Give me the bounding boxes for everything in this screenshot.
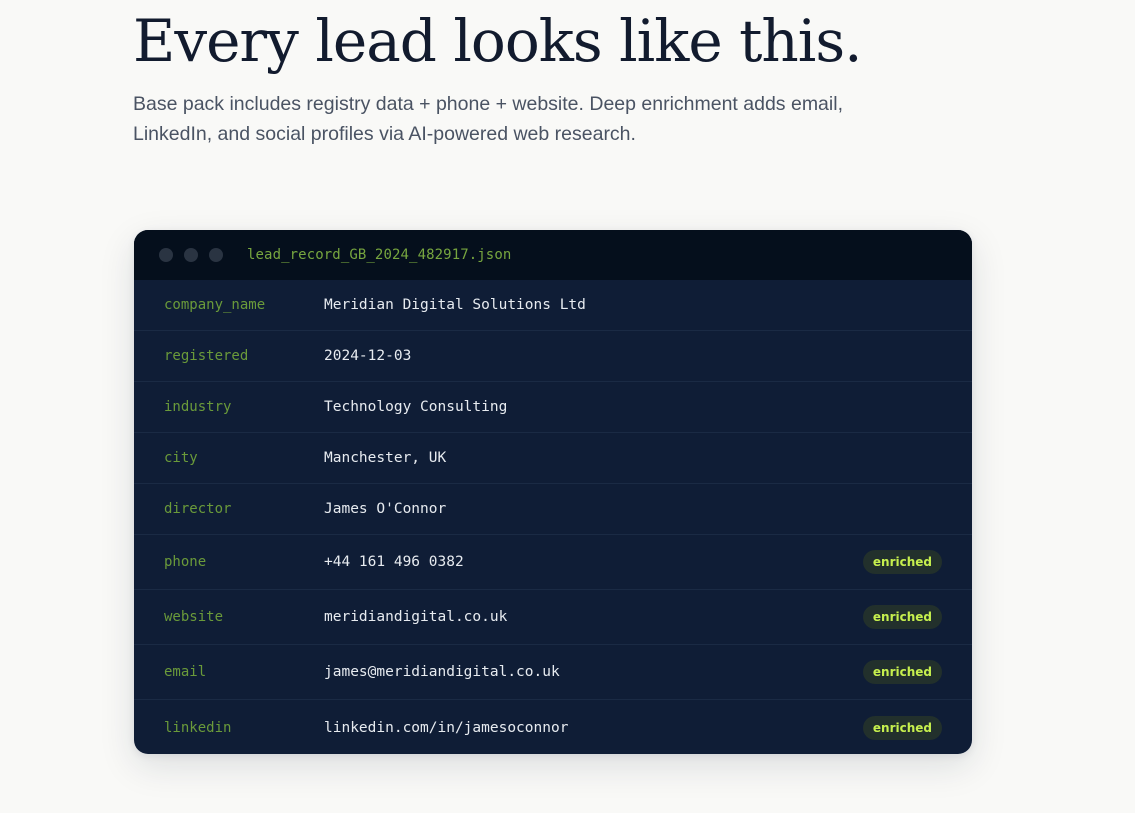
field-key: linkedin [164, 719, 232, 736]
field-key: phone [164, 554, 207, 570]
record-row-company-name: company_name Meridian Digital Solutions … [134, 280, 972, 331]
enriched-badge: enriched [862, 605, 942, 629]
field-value: Manchester, UK [324, 450, 447, 466]
field-key: website [164, 609, 224, 625]
field-value: James O'Connor [324, 501, 447, 517]
field-key: industry [164, 399, 232, 415]
card-titlebar: lead_record_GB_2024_482917.json [134, 230, 972, 280]
field-key: company_name [164, 297, 266, 313]
field-key: email [164, 664, 207, 680]
record-row-industry: industry Technology Consulting [134, 382, 972, 433]
record-fields: company_name Meridian Digital Solutions … [134, 280, 972, 754]
field-value: Technology Consulting [324, 399, 508, 415]
field-key: director [164, 501, 232, 517]
record-row-linkedin: linkedin linkedin.com/in/jamesoconnor en… [134, 700, 972, 754]
window-dot-icon [184, 248, 198, 262]
window-dot-icon [159, 248, 173, 262]
field-value: james@meridiandigital.co.uk [324, 664, 560, 680]
record-filename: lead_record_GB_2024_482917.json [247, 247, 512, 263]
enriched-badge: enriched [862, 715, 942, 740]
field-value: Meridian Digital Solutions Ltd [324, 297, 586, 313]
record-row-email: email james@meridiandigital.co.uk enrich… [134, 645, 972, 700]
page-subtitle: Base pack includes registry data + phone… [133, 93, 843, 145]
field-value: 2024-12-03 [324, 348, 412, 364]
record-row-registered: registered 2024-12-03 [134, 331, 972, 382]
field-value: meridiandigital.co.uk [324, 609, 508, 625]
enriched-badge: enriched [862, 660, 942, 684]
lead-record-card: lead_record_GB_2024_482917.json company_… [134, 230, 972, 754]
record-row-city: city Manchester, UK [134, 433, 972, 484]
window-dot-icon [209, 248, 223, 262]
field-key: registered [164, 348, 249, 364]
field-value: linkedin.com/in/jamesoconnor [324, 719, 569, 736]
enriched-badge: enriched [862, 550, 942, 574]
field-key: city [164, 450, 198, 466]
field-value: +44 161 496 0382 [324, 554, 464, 570]
record-row-director: director James O'Connor [134, 484, 972, 535]
record-row-website: website meridiandigital.co.uk enriched [134, 590, 972, 645]
page-headline: Every lead looks like this. [133, 7, 863, 75]
record-row-phone: phone +44 161 496 0382 enriched [134, 535, 972, 590]
